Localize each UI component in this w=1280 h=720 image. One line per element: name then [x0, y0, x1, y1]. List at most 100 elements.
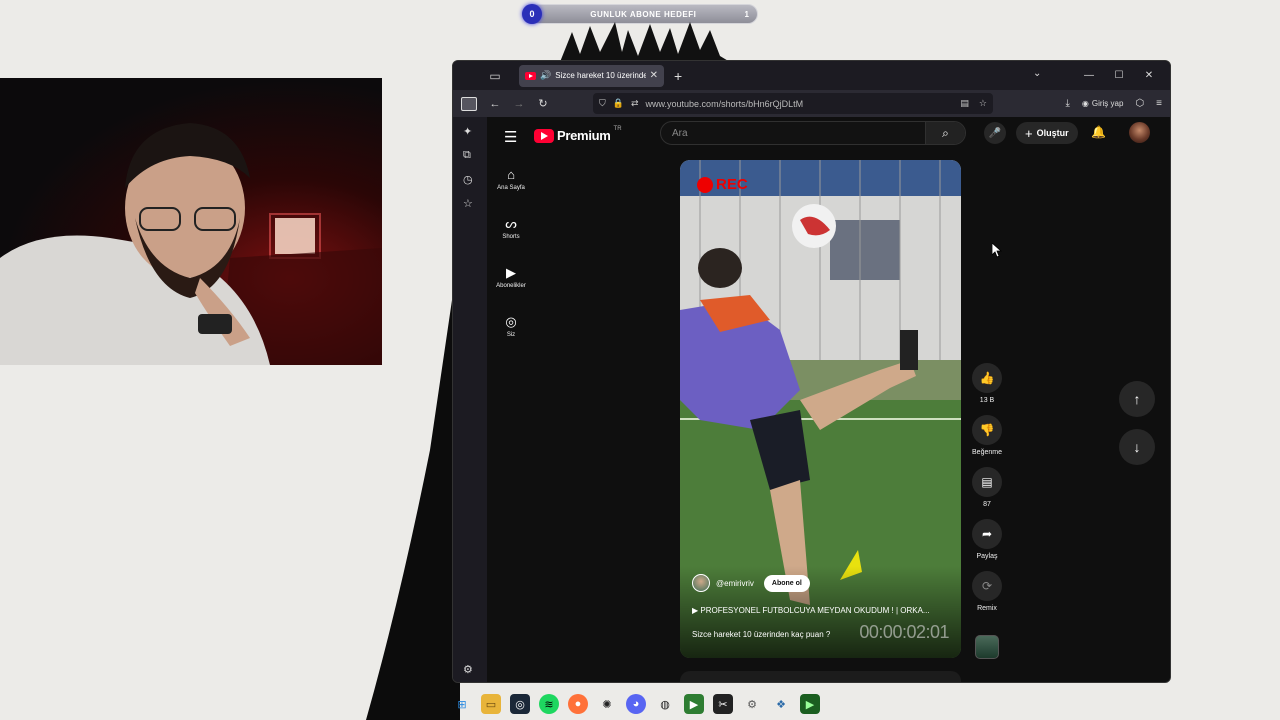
remix-action[interactable]: ⟳ Remix — [967, 571, 1007, 612]
you-icon: ◎ — [505, 314, 517, 329]
linked-video-link[interactable]: ▶ PROFESYONEL FUTBOLCUYA MEYDAN OKUDUM !… — [692, 606, 952, 615]
chevron-down-icon[interactable]: ⌄ — [1033, 68, 1041, 79]
voice-search-mic-icon[interactable]: 🎤 — [984, 122, 1006, 144]
linked-video-title: PROFESYONEL FUTBOLCUYA MEYDAN OKUDUM ! |… — [700, 606, 930, 615]
spotify-icon[interactable]: ≋ — [539, 694, 559, 714]
create-button[interactable]: + Oluştur — [1016, 122, 1078, 144]
toolbar-right: ⤓ ◉ Giriş yap ⬡ ≡ — [1065, 90, 1162, 117]
shorts-player[interactable]: REC @emirivriv Abone ol ▶ PROFESYONEL FU… — [680, 160, 961, 658]
account-login-button[interactable]: ◉ Giriş yap — [1082, 99, 1124, 108]
youtube-play-icon — [534, 128, 554, 143]
shield-icon[interactable]: ⛉ — [599, 98, 606, 109]
tab-bar: ▭ 🔊 Sizce hareket 10 üzerinden ✕ + ⌄ — ☐… — [453, 61, 1170, 90]
search-button[interactable]: ⌕ — [925, 122, 965, 144]
guide-menu-icon[interactable]: ☰ — [504, 128, 517, 146]
game-launcher-icon[interactable]: ▶ — [800, 694, 820, 714]
remix-icon[interactable]: ⟳ — [972, 571, 1002, 601]
address-bar[interactable]: ⛉ 🔒 ⇄ www.youtube.com/shorts/bHn6rQjDLtM… — [593, 93, 993, 114]
tab-list-icon[interactable]: ▭ — [487, 68, 503, 84]
user-avatar[interactable] — [1129, 122, 1150, 143]
url-text[interactable]: www.youtube.com/shorts/bHn6rQjDLtM — [646, 99, 804, 109]
previous-short-button[interactable]: ↑ — [1119, 381, 1155, 417]
steam-icon[interactable]: ◎ — [510, 694, 530, 714]
reader-view-icon[interactable]: ▤ — [960, 98, 969, 109]
close-tab-icon[interactable]: ✕ — [650, 70, 658, 81]
network-app-icon[interactable]: ❖ — [771, 694, 791, 714]
goal-target-count: 1 — [744, 9, 749, 19]
lock-icon[interactable]: 🔒 — [613, 98, 624, 109]
menu-icon[interactable]: ≡ — [1156, 98, 1162, 109]
permissions-icon[interactable]: ⇄ — [631, 98, 639, 109]
comment-count: 87 — [983, 501, 991, 508]
comment-icon[interactable]: ▤ — [972, 467, 1002, 497]
steelseries-icon[interactable]: ✺ — [597, 694, 617, 714]
login-label: Giriş yap — [1091, 99, 1124, 108]
search-box[interactable]: Ara ⌕ — [660, 121, 966, 145]
youtube-favicon-icon — [525, 71, 536, 80]
browser-sidebar: ✦ ⧉ ◷ ☆ ⚙ — [453, 117, 487, 682]
settings-app-icon[interactable]: ⚙ — [742, 694, 762, 714]
tab-active[interactable]: 🔊 Sizce hareket 10 üzerinden ✕ — [519, 64, 664, 87]
obs-icon[interactable]: ◍ — [655, 694, 675, 714]
subscribe-button[interactable]: Abone ol — [763, 574, 810, 592]
back-button[interactable]: ← — [483, 98, 507, 110]
share-action[interactable]: ➦ Paylaş — [967, 519, 1007, 560]
guide-item-you[interactable]: ◎ Siz — [487, 314, 535, 338]
speaker-icon[interactable]: 🔊 — [540, 70, 551, 81]
overlay-swoosh — [366, 300, 460, 720]
firefox-icon[interactable]: ● — [568, 694, 588, 714]
share-label: Paylaş — [976, 553, 998, 560]
reload-button[interactable]: ↻ — [531, 97, 555, 110]
sidebar-toggle-icon[interactable] — [461, 96, 477, 111]
guide-item-home[interactable]: ⌂ Ana Sayfa — [487, 167, 535, 191]
brand-text: Premium — [557, 128, 611, 143]
next-short-preview[interactable] — [680, 671, 961, 682]
channel-name[interactable]: @emirivriv — [716, 579, 754, 588]
guide-label: Shorts — [502, 234, 520, 240]
sound-thumbnail[interactable] — [975, 635, 999, 659]
subscriptions-icon: ▶ — [506, 265, 516, 280]
like-count: 13 B — [979, 397, 995, 404]
short-metadata: @emirivriv Abone ol ▶ PROFESYONEL FUTBOL… — [680, 566, 961, 658]
dislike-action[interactable]: 👎 Beğenme — [967, 415, 1007, 456]
history-icon[interactable]: ◷ — [463, 173, 473, 186]
bookmarks-icon[interactable]: ☆ — [463, 197, 473, 210]
country-code: TR — [613, 126, 622, 132]
mouse-cursor-icon — [992, 243, 1002, 258]
webcam-feed — [0, 78, 382, 365]
short-caption: Sizce hareket 10 üzerinden kaç puan ? — [692, 630, 831, 639]
maximize-button[interactable]: ☐ — [1104, 70, 1134, 81]
discord-icon[interactable]: ◕ — [626, 694, 646, 714]
like-action[interactable]: 👍 13 B — [967, 363, 1007, 404]
synced-tabs-icon[interactable]: ⧉ — [463, 149, 471, 162]
guide-item-shorts[interactable]: ᔕ Shorts — [487, 216, 535, 240]
downloads-icon[interactable]: ⤓ — [1065, 98, 1069, 109]
channel-avatar[interactable] — [692, 574, 710, 592]
subscriber-goal-bar: 0 GUNLUK ABONE HEDEFI 1 — [522, 4, 758, 24]
next-short-button[interactable]: ↓ — [1119, 429, 1155, 465]
file-explorer-icon[interactable]: ▭ — [481, 694, 501, 714]
guide-item-subscriptions[interactable]: ▶ Abonelikler — [487, 265, 535, 289]
capcut-icon[interactable]: ✂ — [713, 694, 733, 714]
windows-start-icon[interactable]: ⊞ — [452, 694, 472, 714]
close-window-button[interactable]: ✕ — [1134, 70, 1164, 81]
nvidia-icon[interactable]: ▶ — [684, 694, 704, 714]
channel-row: @emirivriv Abone ol — [692, 574, 810, 592]
extensions-icon[interactable]: ⬡ — [1135, 98, 1144, 109]
guide-label: Abonelikler — [496, 283, 526, 289]
youtube-premium-logo[interactable]: Premium TR — [534, 126, 622, 143]
thumbs-up-icon[interactable]: 👍 — [972, 363, 1002, 393]
settings-gear-icon[interactable]: ⚙ — [463, 663, 473, 676]
share-icon[interactable]: ➦ — [972, 519, 1002, 549]
forward-button[interactable]: → — [507, 98, 531, 110]
notifications-bell-icon[interactable]: 🔔 — [1091, 125, 1106, 139]
minimize-button[interactable]: — — [1074, 70, 1104, 81]
browser-window: ▭ 🔊 Sizce hareket 10 üzerinden ✕ + ⌄ — ☐… — [452, 60, 1171, 683]
new-tab-button[interactable]: + — [674, 68, 682, 84]
thumbs-down-icon[interactable]: 👎 — [972, 415, 1002, 445]
ai-sparkle-icon[interactable]: ✦ — [463, 125, 472, 138]
search-input[interactable]: Ara — [661, 128, 925, 139]
bookmark-star-icon[interactable]: ☆ — [979, 98, 987, 109]
stream-timer-overlay: 00:00:02:01 — [859, 622, 949, 642]
comments-action[interactable]: ▤ 87 — [967, 467, 1007, 508]
